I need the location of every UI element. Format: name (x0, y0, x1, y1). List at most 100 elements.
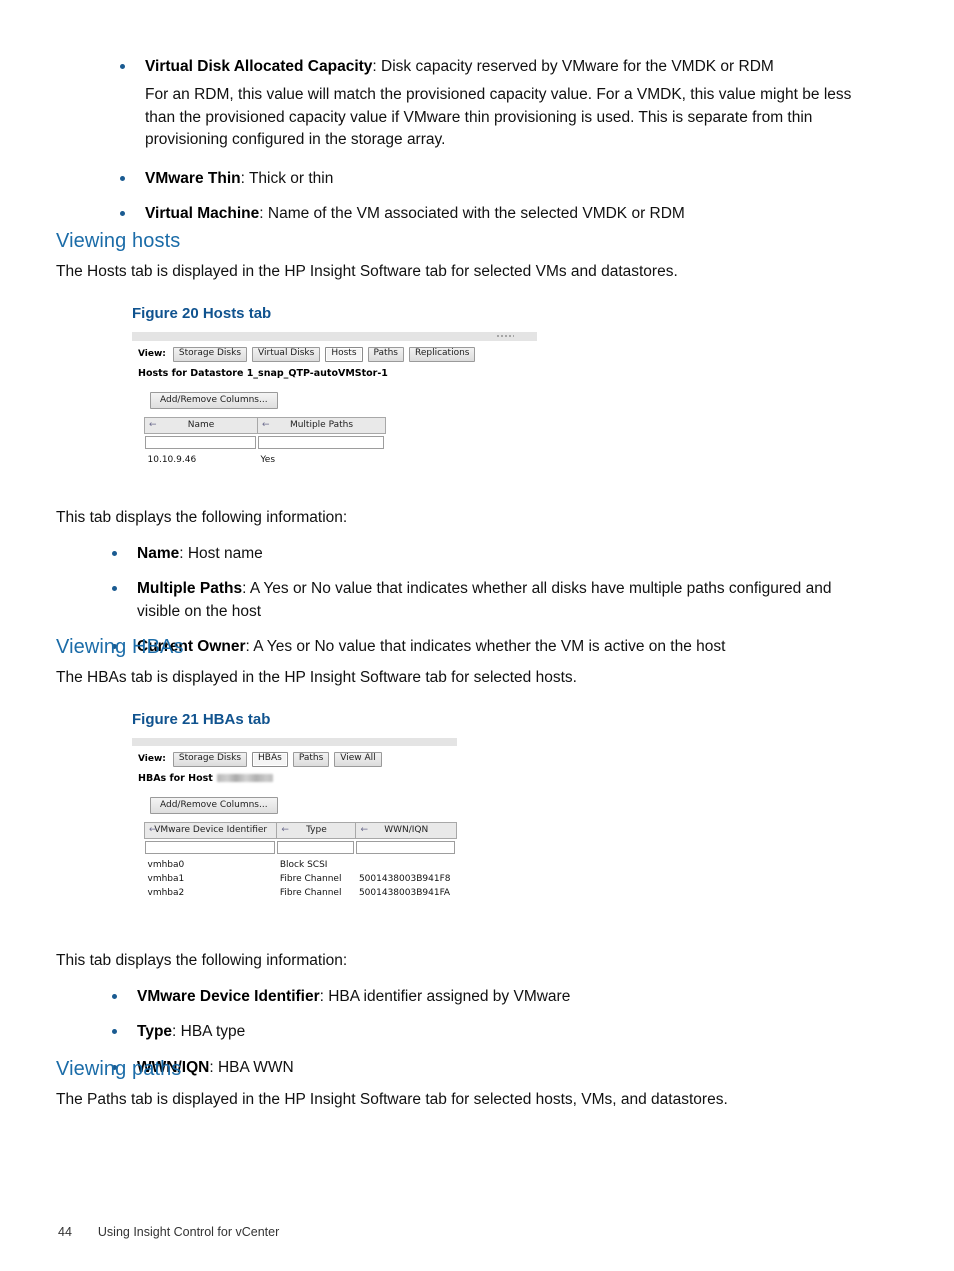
tab-hosts[interactable]: Hosts (325, 347, 363, 362)
sort-arrow-icon[interactable]: ← (149, 420, 157, 430)
cell-device-identifier: vmhba2 (147, 887, 185, 898)
tab-storage-disks[interactable]: Storage Disks (172, 752, 248, 767)
view-label: View: (138, 754, 166, 765)
tab-replications[interactable]: Replications (408, 347, 476, 362)
tab-paths[interactable]: Paths (292, 752, 330, 767)
column-header-multiple-paths[interactable]: ← Multiple Paths (257, 416, 386, 434)
bullet-desc: : A Yes or No value that indicates wheth… (137, 580, 832, 620)
column-header-label: Type (306, 824, 327, 835)
add-remove-columns-button[interactable]: Add/Remove Columns... (150, 391, 278, 409)
section-intro-text: The Paths tab is displayed in the HP Ins… (56, 1091, 728, 1108)
context-label-text: HBAs for Host (138, 772, 213, 784)
column-header-label: Name (187, 419, 215, 430)
tab-info-intro: This tab displays the following informat… (56, 951, 348, 969)
column-header-label: WWN/IQN (384, 824, 429, 835)
list-item: VMware Thin: Thick or thin (110, 168, 880, 190)
bullet-continuation: For an RDM, this value will match the pr… (145, 86, 852, 149)
bullet-term: Virtual Machine (145, 205, 260, 223)
bullet-desc: : Thick or thin (240, 169, 334, 187)
tab-info-intro: This tab displays the following informat… (56, 508, 348, 526)
section-viewing-hbas: Viewing HBAs The HBAs tab is displayed i… (56, 636, 876, 1092)
page-footer: 44 Using Insight Control for vCenter (58, 1225, 279, 1239)
redacted-host-address (216, 774, 273, 783)
document-page: Virtual Disk Allocated Capacity: Disk ca… (0, 0, 954, 1271)
tab-storage-disks[interactable]: Storage Disks (172, 347, 248, 362)
filter-input-multiple-paths[interactable] (257, 435, 384, 449)
tab-view-all[interactable]: View All (334, 752, 382, 767)
context-label: HBAs for Host (138, 773, 457, 784)
add-remove-columns-button[interactable]: Add/Remove Columns... (150, 796, 278, 814)
filter-input-device-identifier[interactable] (144, 840, 275, 854)
context-label: Hosts for Datastore 1_snap_QTP-autoVMSto… (138, 368, 537, 379)
cell-name: 10.10.9.46 (147, 454, 197, 465)
bullet-term: Virtual Disk Allocated Capacity (145, 58, 373, 75)
column-header-name[interactable]: ← Name (144, 416, 258, 434)
tab-paths[interactable]: Paths (367, 347, 404, 362)
list-item: Type: HBA type (102, 1021, 876, 1043)
context-label-text: Hosts for Datastore 1_snap_QTP-autoVMSto… (138, 367, 388, 379)
cell-multiple-paths: Yes (260, 454, 276, 465)
section-viewing-hosts: Viewing hosts The Hosts tab is displayed… (56, 230, 876, 672)
drag-grip-icon[interactable] (496, 334, 514, 339)
filter-cell-device-identifier (144, 838, 277, 858)
list-item: Multiple Paths: A Yes or No value that i… (102, 578, 876, 623)
list-item: VMware Device Identifier: HBA identifier… (102, 986, 876, 1008)
table-row[interactable]: 10.10.9.46 Yes (145, 453, 386, 467)
figure-20-hosts-tab-screenshot: View: Storage Disks Virtual Disks Hosts … (132, 332, 537, 471)
table-row[interactable]: vmhba2 Fibre Channel 5001438003B941FA (145, 886, 457, 900)
intro-bullet-list: Virtual Disk Allocated Capacity: Disk ca… (110, 56, 880, 226)
column-header-label: Multiple Paths (289, 419, 354, 430)
table-filter-row (144, 838, 457, 858)
view-tab-bar: View: Storage Disks HBAs Paths View All (138, 752, 457, 767)
figure-caption-21: Figure 21 HBAs tab (132, 711, 271, 728)
page-title: Viewing paths (56, 1058, 182, 1080)
hosts-table: ← Name ← Multiple Paths 10.10.9.46 Yes (144, 416, 386, 467)
table-row[interactable]: vmhba1 Fibre Channel 5001438003B941F8 (145, 872, 457, 886)
sort-arrow-icon[interactable]: ← (360, 825, 368, 835)
list-item: Virtual Disk Allocated Capacity: Disk ca… (110, 56, 880, 152)
filter-input-name[interactable] (144, 435, 256, 449)
sort-arrow-icon[interactable]: ← (281, 825, 289, 835)
list-item: Virtual Machine: Name of the VM associat… (110, 203, 880, 225)
cell-wwn (356, 858, 457, 872)
bullet-term: VMware Device Identifier (137, 987, 320, 1005)
bullet-desc: : Name of the VM associated with the sel… (259, 205, 685, 223)
table-header-row: ← VMware Device Identifier ← Type ← WWN/… (143, 821, 457, 839)
sort-arrow-icon[interactable]: ← (262, 420, 270, 430)
cell-device-identifier: vmhba1 (147, 873, 185, 884)
column-header-type[interactable]: ← Type (276, 821, 357, 839)
filter-input-wwn[interactable] (355, 840, 455, 854)
filter-input-type[interactable] (276, 840, 354, 854)
section-viewing-paths: Viewing paths The Paths tab is displayed… (56, 1058, 886, 1111)
screenshot-title-bar (132, 332, 537, 341)
list-item: Name: Host name (102, 543, 876, 565)
page-number: 44 (58, 1225, 72, 1239)
filter-cell-type (276, 838, 356, 858)
cell-type: Fibre Channel (279, 873, 342, 884)
column-header-vmware-device-identifier[interactable]: ← VMware Device Identifier (143, 821, 278, 839)
sort-arrow-icon[interactable]: ← (149, 825, 157, 835)
page-title: Viewing hosts (56, 230, 181, 252)
filter-cell-name (144, 433, 258, 453)
column-header-label: VMware Device Identifier (154, 824, 268, 835)
filter-cell-multiple-paths (257, 433, 386, 453)
figure-21-hbas-tab-screenshot: View: Storage Disks HBAs Paths View All … (132, 738, 457, 904)
table-row[interactable]: vmhba0 Block SCSI (145, 858, 457, 872)
intro-bullet-section: Virtual Disk Allocated Capacity: Disk ca… (110, 56, 880, 239)
cell-type: Fibre Channel (279, 887, 342, 898)
screenshot-content: View: Storage Disks Virtual Disks Hosts … (132, 341, 537, 471)
bullet-term: Type (137, 1023, 173, 1041)
filter-cell-wwn (355, 838, 457, 858)
bullet-term: VMware Thin (145, 169, 241, 187)
cell-wwn: 5001438003B941F8 (358, 873, 451, 884)
figure-caption-20: Figure 20 Hosts tab (132, 305, 272, 322)
bullet-desc: : Disk capacity reserved by VMware for t… (372, 58, 774, 75)
bullet-desc: : HBA identifier assigned by VMware (319, 987, 571, 1005)
tab-virtual-disks[interactable]: Virtual Disks (252, 347, 321, 362)
column-header-wwn-iqn[interactable]: ← WWN/IQN (355, 821, 457, 839)
view-tab-bar: View: Storage Disks Virtual Disks Hosts … (138, 347, 537, 362)
view-label: View: (138, 349, 166, 360)
cell-wwn: 5001438003B941FA (358, 887, 451, 898)
tab-hbas[interactable]: HBAs (252, 752, 288, 767)
hbas-table: ← VMware Device Identifier ← Type ← WWN/… (143, 821, 457, 900)
